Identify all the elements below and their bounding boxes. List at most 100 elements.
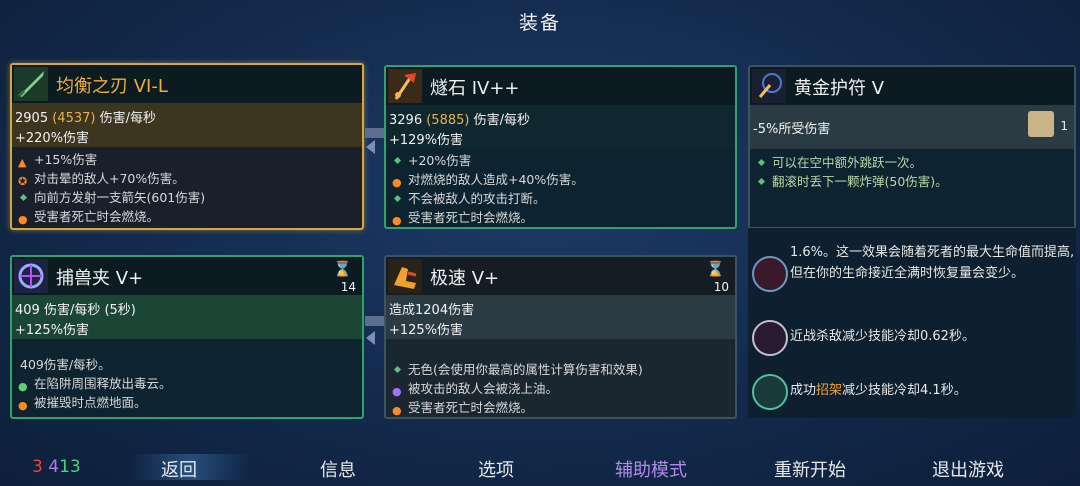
damage-line: 造成1204伤害 — [389, 303, 475, 318]
fire-icon: ● — [18, 213, 28, 226]
effect-text: 受害者死亡时会燃烧。 — [408, 400, 534, 415]
effect-row: 无色(会使用你最高的属性计算伤害和效果) — [392, 360, 731, 379]
combo-icon — [752, 320, 788, 356]
dps-base: 2905 — [15, 111, 49, 126]
effect-row: ● 被摧毁时点燃地面。 — [18, 393, 358, 412]
blade-icon — [14, 67, 48, 101]
screen-title: 装备 — [518, 12, 561, 34]
bear-trap-icon — [14, 259, 48, 293]
weapon-card-balanced-blade[interactable]: 均衡之刃 VI-L 2905 (4537) 伤害/每秒 +220%伤害 ▲ +15… — [10, 63, 364, 230]
effect-text: 对燃烧的敌人造成+40%伤害。 — [408, 172, 584, 187]
card-header: 黄金护符 V — [750, 67, 1074, 105]
effect-row: 不会被敌人的攻击打断。 — [392, 189, 731, 208]
menu-back[interactable]: 返回 — [161, 456, 197, 482]
effect-text: 无色(会使用你最高的属性计算伤害和效果) — [408, 362, 643, 377]
card-name: 极速 V+ — [430, 268, 500, 289]
bullet-icon — [393, 156, 402, 165]
card-stats: -5%所受伤害 1 — [750, 105, 1074, 149]
brutality-stat: 3 — [32, 457, 43, 477]
menu-restart[interactable]: 重新开始 — [774, 456, 846, 482]
card-header: 极速 V+ ⌛ 10 — [386, 257, 735, 295]
card-name: 捕兽夹 V+ — [56, 268, 144, 289]
effects-list: ▲ +15%伤害 ✪ 对击晕的敌人+70%伤害。 向前方发射一支箭矢(601伤害) … — [18, 150, 358, 226]
card-name: 均衡之刃 VI-L — [56, 76, 168, 97]
card-header: 燧石 IV++ — [386, 67, 735, 105]
dps-line: 2905 (4537) 伤害/每秒 — [15, 107, 156, 126]
card-header: 捕兽夹 V+ ⌛ 14 — [12, 257, 362, 295]
dps-line: 409 伤害/每秒 (5秒) — [15, 303, 136, 318]
stun-icon: ✪ — [18, 175, 28, 188]
effect-text: 对击晕的敌人+70%伤害。 — [34, 171, 185, 186]
bullet-icon — [757, 158, 766, 167]
damage-pct: +129%伤害 — [389, 133, 464, 148]
dps-suffix: 伤害/每秒 — [99, 111, 156, 126]
fire-icon: ● — [392, 404, 402, 417]
damage-pct: +125%伤害 — [389, 323, 464, 338]
link-connector — [365, 128, 385, 138]
effect-text: 向前方发射一支箭矢(601伤害) — [34, 190, 206, 205]
bullet-icon — [19, 193, 28, 202]
mutation-text: 成功招架减少技能冷却4.1秒。 — [790, 380, 967, 401]
effect-row: 409伤害/每秒。 — [18, 355, 358, 374]
menu-assist-mode[interactable]: 辅助模式 — [615, 456, 687, 482]
effect-row: ● 受害者死亡时会燃烧。 — [392, 398, 731, 417]
amulet-card[interactable]: 黄金护符 V -5%所受伤害 1 可以在空中额外跳跃一次。 翻滚时丢下一颗炸弹(… — [748, 65, 1076, 229]
card-stats: 2905 (4537) 伤害/每秒 +220%伤害 — [12, 103, 362, 147]
effect-row: ● 受害者死亡时会燃烧。 — [18, 207, 358, 226]
effect-text: 被摧毁时点燃地面。 — [34, 395, 147, 410]
fire-icon: ▲ — [18, 156, 27, 169]
effects-list: 409伤害/每秒。 ● 在陷阱周围释放出毒云。 ● 被摧毁时点燃地面。 — [18, 355, 358, 412]
effect-row: 可以在空中额外跳跃一次。 — [756, 153, 1070, 172]
skill-card-trap[interactable]: 捕兽夹 V+ ⌛ 14 409 伤害/每秒 (5秒) +125%伤害 409伤害… — [10, 255, 364, 419]
effect-row: +20%伤害 — [392, 151, 731, 170]
effect-text: 被攻击的敌人会被浇上油。 — [408, 381, 559, 396]
effect-text: 在陷阱周围释放出毒云。 — [34, 376, 172, 391]
mutation-row[interactable]: 1.6%。这一效果会随着死者的最大生命值而提高,但在你的生命接近全满时恢复量会变… — [752, 242, 1074, 302]
skill-card-speed[interactable]: 极速 V+ ⌛ 10 造成1204伤害 +125%伤害 无色(会使用你最高的属性… — [384, 255, 737, 419]
fire-icon: ● — [392, 214, 402, 227]
effect-row: ● 受害者死亡时会燃烧。 — [392, 208, 731, 227]
effect-row: ● 被攻击的敌人会被浇上油。 — [392, 379, 731, 398]
mutation-text-pre: 成功 — [790, 383, 817, 398]
menu-quit-game[interactable]: 退出游戏 — [932, 456, 1004, 482]
hourglass-icon: ⌛ — [706, 260, 725, 278]
mutations-panel: 1.6%。这一效果会随着死者的最大生命值而提高,但在你的生命接近全满时恢复量会变… — [748, 228, 1076, 418]
scroll-icon — [1028, 111, 1054, 137]
menu-info[interactable]: 信息 — [320, 456, 356, 482]
card-header: 均衡之刃 VI-L — [12, 65, 362, 103]
effect-row: ● 在陷阱周围释放出毒云。 — [18, 374, 358, 393]
flint-axe-icon — [388, 69, 422, 103]
card-stats: 409 伤害/每秒 (5秒) +125%伤害 — [12, 295, 362, 339]
link-arrow-icon — [366, 140, 375, 154]
mutation-text-post: 减少技能冷却4.1秒。 — [842, 383, 967, 398]
mutation-row[interactable]: 近战杀敌减少技能冷却0.62秒。 — [752, 320, 1070, 356]
effects-list: 可以在空中额外跳跃一次。 翻滚时丢下一颗炸弹(50伤害)。 — [756, 153, 1070, 191]
weapon-card-flint[interactable]: 燧石 IV++ 3296 (5885) 伤害/每秒 +129%伤害 +20%伤害… — [384, 65, 737, 229]
damage-pct: +220%伤害 — [15, 131, 90, 146]
effect-text: +20%伤害 — [408, 153, 472, 168]
parry-icon — [752, 374, 788, 410]
dps-suffix: 伤害/每秒 — [473, 113, 530, 128]
effect-text: 不会被敌人的攻击打断。 — [408, 191, 546, 206]
effect-row: 翻滚时丢下一颗炸弹(50伤害)。 — [756, 172, 1070, 191]
effect-text: 翻滚时丢下一颗炸弹(50伤害)。 — [772, 174, 948, 189]
effect-row: ✪ 对击晕的敌人+70%伤害。 — [18, 169, 358, 188]
effect-text: 受害者死亡时会燃烧。 — [34, 209, 160, 224]
mutation-row[interactable]: 成功招架减少技能冷却4.1秒。 — [752, 374, 1070, 410]
stats-display: 3 413 — [32, 457, 81, 477]
effects-list: +20%伤害 ● 对燃烧的敌人造成+40%伤害。 不会被敌人的攻击打断。 ● 受害者… — [392, 151, 731, 227]
poison-icon: ● — [18, 380, 28, 393]
cooldown-value: 10 — [713, 280, 729, 294]
survival-stat: 13 — [59, 457, 81, 477]
effects-list: 无色(会使用你最高的属性计算伤害和效果) ● 被攻击的敌人会被浇上油。 ● 受害者死… — [392, 360, 731, 417]
menu-options[interactable]: 选项 — [478, 456, 514, 482]
link-arrow-icon — [366, 331, 375, 345]
card-stats: 3296 (5885) 伤害/每秒 +129%伤害 — [386, 105, 735, 149]
scroll-count: 1 — [1060, 119, 1068, 133]
effect-text: 409伤害/每秒。 — [20, 357, 111, 372]
card-name: 燧石 IV++ — [430, 78, 520, 99]
mutation-text: 1.6%。这一效果会随着死者的最大生命值而提高,但在你的生命接近全满时恢复量会变… — [790, 245, 1075, 281]
effect-row: 向前方发射一支箭矢(601伤害) — [18, 188, 358, 207]
card-stats: 造成1204伤害 +125%伤害 — [386, 295, 735, 339]
fire-icon: ● — [392, 176, 402, 189]
